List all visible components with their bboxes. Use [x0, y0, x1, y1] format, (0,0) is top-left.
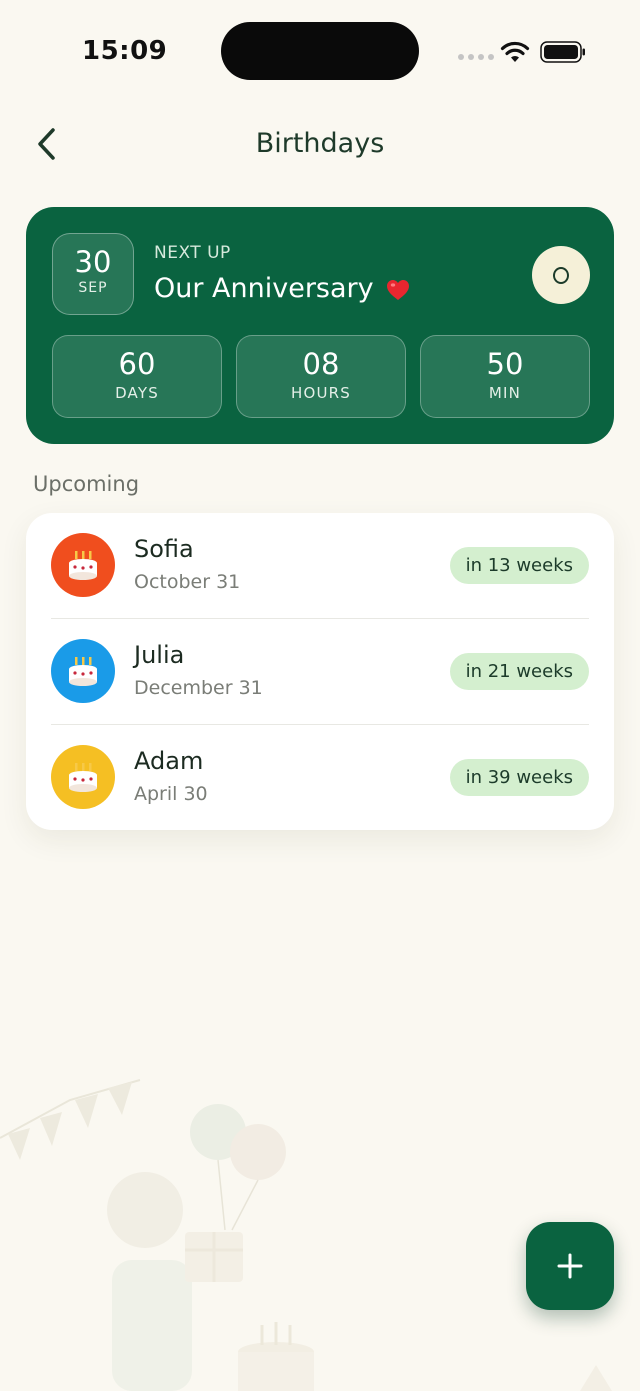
cake-icon [69, 763, 97, 792]
page-title: Birthdays [255, 128, 385, 159]
person-date: April 30 [134, 783, 208, 805]
cake-icon [69, 657, 97, 686]
upcoming-section-label: Upcoming [33, 472, 140, 496]
list-item[interactable]: Sofia October 31 in 13 weeks [26, 513, 614, 619]
next-up-card[interactable]: 30 SEP NEXT UP Our Anniversary 60 DAYS 0… [26, 207, 614, 444]
list-item[interactable]: Adam April 30 in 39 weeks [26, 725, 614, 831]
person-name: Adam [134, 747, 204, 775]
countdown-hours: 08 HOURS [236, 335, 406, 418]
battery-icon [540, 41, 585, 63]
next-up-label: NEXT UP [154, 243, 231, 263]
weeks-badge: in 39 weeks [449, 759, 589, 796]
event-day: 30 [74, 245, 112, 279]
avatar [51, 533, 115, 597]
countdown-unit: MIN [488, 384, 522, 402]
plus-icon [557, 1253, 583, 1279]
countdown-value: 08 [302, 347, 340, 381]
add-birthday-button[interactable] [526, 1222, 614, 1310]
status-bar: 15:09 [0, 0, 640, 100]
event-title: Our Anniversary [154, 273, 410, 304]
countdown-value: 50 [486, 347, 524, 381]
person-date: October 31 [134, 571, 241, 593]
countdown-days: 60 DAYS [52, 335, 222, 418]
list-item[interactable]: Julia December 31 in 21 weeks [26, 619, 614, 725]
weeks-badge: in 21 weeks [449, 653, 589, 690]
cellular-signal-icon [458, 54, 494, 60]
countdown-value: 60 [118, 347, 156, 381]
countdown-row: 60 DAYS 08 HOURS 50 MIN [52, 335, 590, 418]
status-time: 15:09 [82, 36, 168, 66]
wifi-icon [500, 41, 530, 62]
event-title-text: Our Anniversary [154, 273, 374, 304]
person-name: Julia [134, 641, 185, 669]
avatar [51, 745, 115, 809]
event-month: SEP [78, 280, 108, 296]
heart-icon [387, 279, 410, 300]
cake-icon [69, 551, 97, 580]
countdown-minutes: 50 MIN [420, 335, 590, 418]
person-name: Sofia [134, 535, 194, 563]
upcoming-list: Sofia October 31 in 13 weeks Julia Decem… [26, 513, 614, 830]
countdown-unit: HOURS [290, 384, 351, 402]
ring-button[interactable] [532, 246, 590, 304]
person-date: December 31 [134, 677, 263, 699]
event-date-box: 30 SEP [52, 233, 134, 315]
weeks-badge: in 13 weeks [449, 547, 589, 584]
dynamic-island [221, 22, 419, 80]
avatar [51, 639, 115, 703]
ring-icon [553, 266, 569, 284]
countdown-unit: DAYS [115, 384, 159, 402]
